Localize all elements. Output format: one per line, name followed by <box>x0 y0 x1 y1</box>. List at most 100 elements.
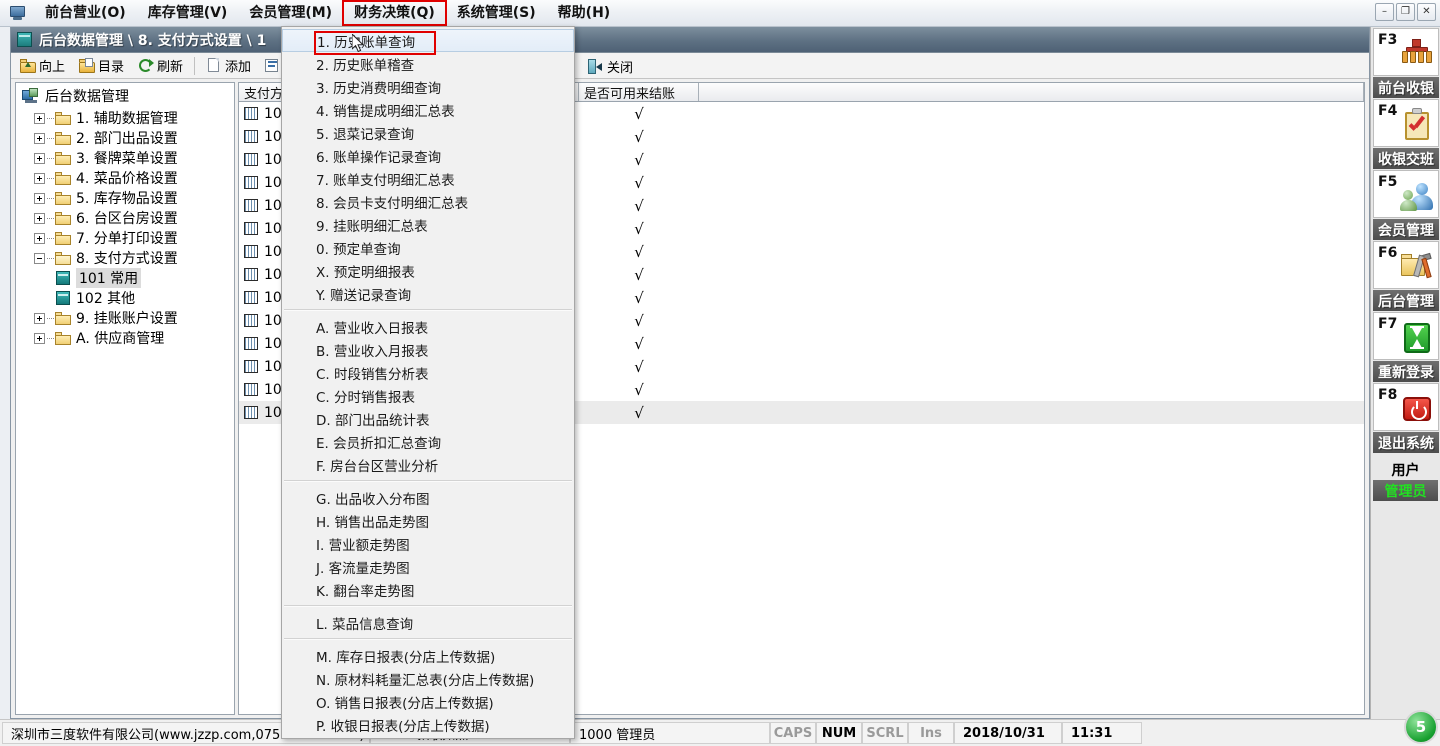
tree-item-101-common[interactable]: 101 常用 <box>16 268 234 288</box>
expander-plus-icon[interactable] <box>34 172 45 184</box>
menuitem-history-consumption-detail[interactable]: 3. 历史消费明细查询 <box>282 75 574 98</box>
toolbar-up-button[interactable]: 向上 <box>13 55 72 77</box>
f3-button[interactable]: F3 <box>1373 28 1439 76</box>
function-block-f7[interactable]: F7 重新登录 <box>1371 312 1440 382</box>
menuitem-member-discount-summary[interactable]: E. 会员折扣汇总查询 <box>282 430 574 453</box>
expander-plus-icon[interactable] <box>34 332 45 344</box>
function-key-bar[interactable]: F3 前台收银 F4 收银交班 F5 会员管理 F6 后台管理 F7 重新登录 … <box>1370 27 1440 719</box>
expander-plus-icon[interactable] <box>34 212 45 224</box>
expander-plus-icon[interactable] <box>34 192 45 204</box>
function-block-f6[interactable]: F6 后台管理 <box>1371 241 1440 311</box>
menuitem-membercard-payment-summary[interactable]: 8. 会员卡支付明细汇总表 <box>282 190 574 213</box>
expander-plus-icon[interactable] <box>34 232 45 244</box>
tree-item-9[interactable]: 9. 挂账账户设置 <box>16 308 234 328</box>
menuitem-history-bill-query[interactable]: 1. 历史账单查询 <box>282 29 574 55</box>
menuitem-sales-output-trend-chart[interactable]: H. 销售出品走势图 <box>282 509 574 532</box>
restore-button[interactable]: ❐ <box>1396 3 1415 21</box>
f5-button[interactable]: F5 <box>1373 170 1439 218</box>
f6-button[interactable]: F6 <box>1373 241 1439 289</box>
status-caps: CAPS <box>770 722 816 744</box>
menuitem-monthly-revenue-report[interactable]: B. 营业收入月报表 <box>282 338 574 361</box>
menuitem-inventory-daily-report[interactable]: M. 库存日报表(分店上传数据) <box>282 644 574 667</box>
f8-button[interactable]: F8 <box>1373 383 1439 431</box>
col-trailing[interactable] <box>699 83 1364 101</box>
menu-finance[interactable]: 财务决策(Q) <box>342 0 447 26</box>
tree-item-102-other[interactable]: 102 其他 <box>16 288 234 308</box>
floating-status-badge[interactable]: 5 <box>1404 710 1438 744</box>
tree-item-6[interactable]: 6. 台区台房设置 <box>16 208 234 228</box>
f6-label[interactable]: 后台管理 <box>1373 290 1439 311</box>
menu-help[interactable]: 帮助(H) <box>547 1 622 25</box>
menuitem-history-bill-audit[interactable]: 2. 历史账单稽查 <box>282 52 574 75</box>
menuitem-credit-detail-summary[interactable]: 9. 挂账明细汇总表 <box>282 213 574 236</box>
menuitem-reservation-detail-report[interactable]: X. 预定明细报表 <box>282 259 574 282</box>
menu-system[interactable]: 系统管理(S) <box>446 1 547 25</box>
tree-item-2[interactable]: 2. 部门出品设置 <box>16 128 234 148</box>
expander-plus-icon[interactable] <box>34 132 45 144</box>
tree-item-1[interactable]: 1. 辅助数据管理 <box>16 108 234 128</box>
f4-label[interactable]: 收银交班 <box>1373 148 1439 169</box>
f7-label[interactable]: 重新登录 <box>1373 361 1439 382</box>
menuitem-sales-commission-summary[interactable]: 4. 销售提成明细汇总表 <box>282 98 574 121</box>
f8-label[interactable]: 退出系统 <box>1373 432 1439 453</box>
function-block-f4[interactable]: F4 收银交班 <box>1371 99 1440 169</box>
expander-minus-icon[interactable] <box>34 252 45 264</box>
tree-item-5[interactable]: 5. 库存物品设置 <box>16 188 234 208</box>
menuitem-raw-material-consumption-summary[interactable]: N. 原材料耗量汇总表(分店上传数据) <box>282 667 574 690</box>
function-block-f5[interactable]: F5 会员管理 <box>1371 170 1440 240</box>
main-menubar[interactable]: 前台营业(O) 库存管理(V) 会员管理(M) 财务决策(Q) 系统管理(S) … <box>34 0 621 27</box>
tree-item-label: 1. 辅助数据管理 <box>76 111 178 127</box>
cell-usable: √ <box>634 219 644 238</box>
menuitem-sales-daily-report[interactable]: O. 销售日报表(分店上传数据) <box>282 690 574 713</box>
function-block-f8[interactable]: F8 退出系统 <box>1371 383 1440 453</box>
expander-plus-icon[interactable] <box>34 312 45 324</box>
menuitem-customer-flow-trend-chart[interactable]: J. 客流量走势图 <box>282 555 574 578</box>
menu-inventory[interactable]: 库存管理(V) <box>137 1 239 25</box>
menu-member[interactable]: 会员管理(M) <box>238 1 343 25</box>
navigation-tree[interactable]: 后台数据管理 1. 辅助数据管理 2. 部门出品设置 3. 餐牌菜单设置 4. … <box>15 82 235 715</box>
toolbar-close-button[interactable]: 关闭 <box>581 55 640 77</box>
child-toolbar[interactable]: 向上 目录 刷新 添加 属性 关闭 <box>11 53 1369 79</box>
book-icon <box>17 32 32 47</box>
toolbar-refresh-button[interactable]: 刷新 <box>131 55 190 77</box>
function-block-f3[interactable]: F3 前台收银 <box>1371 28 1440 98</box>
menuitem-daily-revenue-report[interactable]: A. 营业收入日报表 <box>282 315 574 338</box>
menuitem-gift-record-query[interactable]: Y. 赠送记录查询 <box>282 282 574 305</box>
tree-item-label: 8. 支付方式设置 <box>76 251 178 267</box>
menuitem-reservation-query[interactable]: 0. 预定单查询 <box>282 236 574 259</box>
f4-button[interactable]: F4 <box>1373 99 1439 147</box>
f3-label[interactable]: 前台收银 <box>1373 77 1439 98</box>
f5-label[interactable]: 会员管理 <box>1373 219 1439 240</box>
menuitem-cashier-daily-report[interactable]: P. 收银日报表(分店上传数据) <box>282 713 574 736</box>
close-button[interactable]: ✕ <box>1417 3 1436 21</box>
f7-button[interactable]: F7 <box>1373 312 1439 360</box>
finance-dropdown-menu[interactable]: 1. 历史账单查询 2. 历史账单稽查 3. 历史消费明细查询 4. 销售提成明… <box>281 26 575 739</box>
menuitem-output-revenue-distribution-chart[interactable]: G. 出品收入分布图 <box>282 486 574 509</box>
toolbar-directory-button[interactable]: 目录 <box>72 55 131 77</box>
menuitem-return-dish-record[interactable]: 5. 退菜记录查询 <box>282 121 574 144</box>
menuitem-revenue-trend-chart[interactable]: I. 营业额走势图 <box>282 532 574 555</box>
menuitem-hourly-sales-report[interactable]: C. 分时销售报表 <box>282 384 574 407</box>
tree-item-a[interactable]: A. 供应商管理 <box>16 328 234 348</box>
menuitem-dish-info-query[interactable]: L. 菜品信息查询 <box>282 611 574 634</box>
expander-plus-icon[interactable] <box>34 112 45 124</box>
window-controls[interactable]: – ❐ ✕ <box>1375 3 1436 21</box>
tree-item-8-payment-settings[interactable]: 8. 支付方式设置 <box>16 248 234 268</box>
content-panes: 后台数据管理 1. 辅助数据管理 2. 部门出品设置 3. 餐牌菜单设置 4. … <box>11 79 1369 718</box>
tree-item-3[interactable]: 3. 餐牌菜单设置 <box>16 148 234 168</box>
menuitem-bill-payment-summary[interactable]: 7. 账单支付明细汇总表 <box>282 167 574 190</box>
toolbar-add-button[interactable]: 添加 <box>199 55 258 77</box>
toolbar-add-label: 添加 <box>225 60 252 75</box>
menuitem-department-output-stats[interactable]: D. 部门出品统计表 <box>282 407 574 430</box>
menuitem-bill-operation-record[interactable]: 6. 账单操作记录查询 <box>282 144 574 167</box>
menu-front-desk[interactable]: 前台营业(O) <box>34 1 137 25</box>
menuitem-period-sales-analysis[interactable]: C. 时段销售分析表 <box>282 361 574 384</box>
tree-root-node[interactable]: 后台数据管理 <box>16 83 234 108</box>
tree-item-4[interactable]: 4. 菜品价格设置 <box>16 168 234 188</box>
minimize-button[interactable]: – <box>1375 3 1394 21</box>
menuitem-room-area-business-analysis[interactable]: F. 房台台区营业分析 <box>282 453 574 476</box>
tree-item-7[interactable]: 7. 分单打印设置 <box>16 228 234 248</box>
col-usable-for-settlement[interactable]: 是否可用来结账 <box>579 83 699 101</box>
expander-plus-icon[interactable] <box>34 152 45 164</box>
menuitem-table-turnover-trend-chart[interactable]: K. 翻台率走势图 <box>282 578 574 601</box>
